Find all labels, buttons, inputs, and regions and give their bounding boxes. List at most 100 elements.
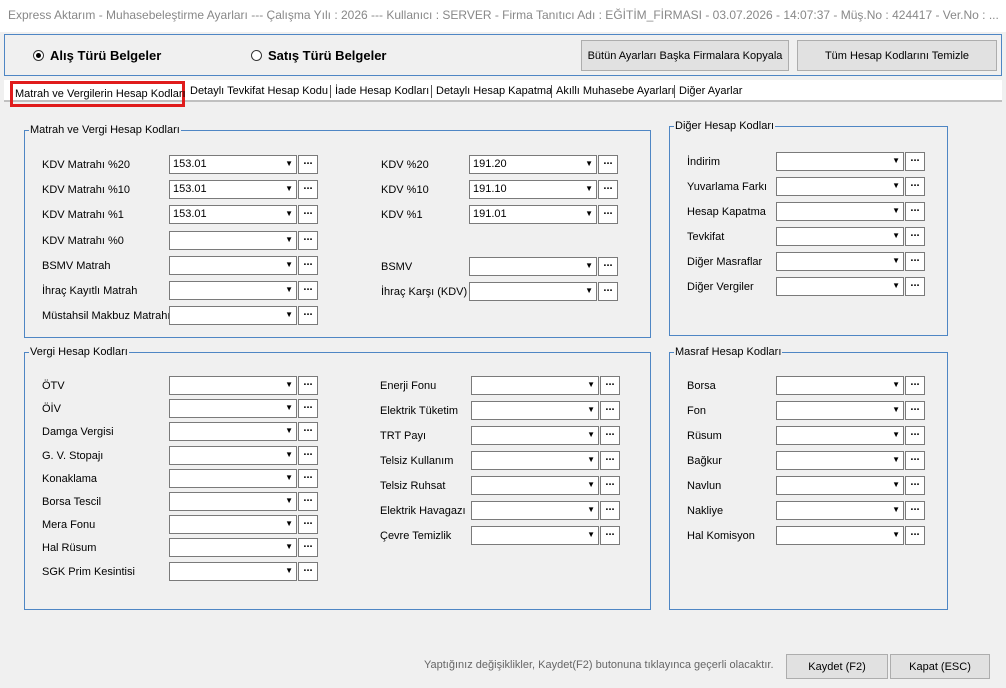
clear-codes-button[interactable]: Tüm Hesap Kodlarını Temizle bbox=[797, 40, 997, 71]
matrah-left-field-combo[interactable]: 153.01 ▼ bbox=[169, 180, 297, 200]
ellipsis-icon[interactable]: ... bbox=[600, 501, 620, 520]
matrah-left-field-combo[interactable]: ▼ bbox=[169, 306, 297, 326]
ellipsis-icon[interactable]: ... bbox=[905, 426, 925, 445]
masraf-field-combo[interactable]: ▼ bbox=[776, 501, 904, 520]
chevron-down-icon[interactable]: ▼ bbox=[585, 159, 593, 168]
ellipsis-icon[interactable]: ... bbox=[600, 376, 620, 395]
chevron-down-icon[interactable]: ▼ bbox=[285, 285, 293, 294]
chevron-down-icon[interactable]: ▼ bbox=[892, 156, 900, 165]
ellipsis-icon[interactable]: ... bbox=[298, 205, 318, 225]
chevron-down-icon[interactable]: ▼ bbox=[892, 430, 900, 439]
vergi-right-field-combo[interactable]: ▼ bbox=[471, 401, 599, 420]
ellipsis-icon[interactable]: ... bbox=[298, 422, 318, 442]
diger-field-combo[interactable]: ▼ bbox=[776, 202, 904, 221]
diger-field-combo[interactable]: ▼ bbox=[776, 177, 904, 196]
chevron-down-icon[interactable]: ▼ bbox=[285, 519, 293, 528]
chevron-down-icon[interactable]: ▼ bbox=[285, 209, 293, 218]
vergi-left-field-combo[interactable]: ▼ bbox=[169, 445, 297, 465]
chevron-down-icon[interactable]: ▼ bbox=[892, 405, 900, 414]
vergi-right-field-combo[interactable]: ▼ bbox=[471, 501, 599, 520]
tab-matrah-vergi[interactable]: Matrah ve Vergilerin Hesap Kodları bbox=[10, 81, 186, 107]
ellipsis-icon[interactable]: ... bbox=[298, 538, 318, 558]
chevron-down-icon[interactable]: ▼ bbox=[587, 405, 595, 414]
ellipsis-icon[interactable]: ... bbox=[298, 468, 318, 488]
ellipsis-icon[interactable]: ... bbox=[905, 177, 925, 196]
chevron-down-icon[interactable]: ▼ bbox=[285, 260, 293, 269]
chevron-down-icon[interactable]: ▼ bbox=[585, 209, 593, 218]
ellipsis-icon[interactable]: ... bbox=[298, 230, 318, 250]
vergi-right-field-combo[interactable]: ▼ bbox=[471, 526, 599, 545]
chevron-down-icon[interactable]: ▼ bbox=[585, 184, 593, 193]
chevron-down-icon[interactable]: ▼ bbox=[892, 380, 900, 389]
chevron-down-icon[interactable]: ▼ bbox=[892, 530, 900, 539]
ellipsis-icon[interactable]: ... bbox=[905, 501, 925, 520]
ellipsis-icon[interactable]: ... bbox=[905, 451, 925, 470]
chevron-down-icon[interactable]: ▼ bbox=[892, 455, 900, 464]
chevron-down-icon[interactable]: ▼ bbox=[285, 450, 293, 459]
diger-field-combo[interactable]: ▼ bbox=[776, 227, 904, 246]
vergi-right-field-combo[interactable]: ▼ bbox=[471, 451, 599, 470]
ellipsis-icon[interactable]: ... bbox=[298, 306, 318, 326]
ellipsis-icon[interactable]: ... bbox=[600, 426, 620, 445]
vergi-left-field-combo[interactable]: ▼ bbox=[169, 399, 297, 419]
chevron-down-icon[interactable]: ▼ bbox=[892, 281, 900, 290]
matrah-right-field-combo[interactable]: 191.01 ▼ bbox=[469, 205, 597, 224]
vergi-right-field-combo[interactable]: ▼ bbox=[471, 476, 599, 495]
vergi-right-field-combo[interactable]: ▼ bbox=[471, 376, 599, 395]
matrah-left-field-combo[interactable]: 153.01 ▼ bbox=[169, 155, 297, 174]
tab-detayli-tevkifat[interactable]: Detaylı Tevkifat Hesap Kodu bbox=[188, 80, 330, 102]
ellipsis-icon[interactable]: ... bbox=[905, 476, 925, 495]
chevron-down-icon[interactable]: ▼ bbox=[285, 473, 293, 482]
chevron-down-icon[interactable]: ▼ bbox=[285, 159, 293, 168]
diger-field-combo[interactable]: ▼ bbox=[776, 152, 904, 171]
chevron-down-icon[interactable]: ▼ bbox=[892, 505, 900, 514]
masraf-field-combo[interactable]: ▼ bbox=[776, 451, 904, 470]
ellipsis-icon[interactable]: ... bbox=[905, 227, 925, 246]
chevron-down-icon[interactable]: ▼ bbox=[892, 231, 900, 240]
masraf-field-combo[interactable]: ▼ bbox=[776, 526, 904, 545]
close-button[interactable]: Kapat (ESC) bbox=[890, 654, 990, 679]
ellipsis-icon[interactable]: ... bbox=[905, 401, 925, 420]
radio-satis[interactable]: Satış Türü Belgeler bbox=[251, 48, 386, 63]
chevron-down-icon[interactable]: ▼ bbox=[587, 430, 595, 439]
ellipsis-icon[interactable]: ... bbox=[298, 399, 318, 419]
vergi-right-field-combo[interactable]: ▼ bbox=[471, 426, 599, 445]
matrah-right-field-combo[interactable]: 191.10 ▼ bbox=[469, 180, 597, 199]
tab-detayli-hesap-kapatma[interactable]: Detaylı Hesap Kapatma bbox=[434, 80, 554, 102]
ellipsis-icon[interactable]: ... bbox=[298, 155, 318, 174]
vergi-left-field-combo[interactable]: ▼ bbox=[169, 492, 297, 511]
vergi-left-field-combo[interactable]: ▼ bbox=[169, 376, 297, 395]
tab-diger-ayarlar[interactable]: Diğer Ayarlar bbox=[677, 80, 744, 102]
chevron-down-icon[interactable]: ▼ bbox=[892, 206, 900, 215]
ellipsis-icon[interactable]: ... bbox=[905, 376, 925, 395]
ellipsis-icon[interactable]: ... bbox=[600, 401, 620, 420]
ellipsis-icon[interactable]: ... bbox=[298, 515, 318, 535]
tab-akilli-muhasebe[interactable]: Akıllı Muhasebe Ayarları bbox=[554, 80, 676, 102]
ellipsis-icon[interactable]: ... bbox=[600, 451, 620, 470]
radio-alis[interactable]: Alış Türü Belgeler bbox=[33, 48, 161, 63]
save-button[interactable]: Kaydet (F2) bbox=[786, 654, 888, 679]
ellipsis-icon[interactable]: ... bbox=[905, 202, 925, 221]
chevron-down-icon[interactable]: ▼ bbox=[892, 181, 900, 190]
matrah-left-field-combo[interactable]: ▼ bbox=[169, 230, 297, 250]
ellipsis-icon[interactable]: ... bbox=[600, 476, 620, 495]
chevron-down-icon[interactable]: ▼ bbox=[892, 256, 900, 265]
ellipsis-icon[interactable]: ... bbox=[905, 277, 925, 296]
diger-field-combo[interactable]: ▼ bbox=[776, 252, 904, 271]
chevron-down-icon[interactable]: ▼ bbox=[285, 403, 293, 412]
diger-field-combo[interactable]: ▼ bbox=[776, 277, 904, 296]
vergi-left-field-combo[interactable]: ▼ bbox=[169, 422, 297, 442]
masraf-field-combo[interactable]: ▼ bbox=[776, 426, 904, 445]
ellipsis-icon[interactable]: ... bbox=[298, 180, 318, 200]
vergi-left-field-combo[interactable]: ▼ bbox=[169, 538, 297, 558]
ellipsis-icon[interactable]: ... bbox=[598, 257, 618, 276]
ellipsis-icon[interactable]: ... bbox=[905, 526, 925, 545]
chevron-down-icon[interactable]: ▼ bbox=[285, 542, 293, 551]
ellipsis-icon[interactable]: ... bbox=[298, 281, 318, 300]
matrah-left-field-combo[interactable]: ▼ bbox=[169, 255, 297, 275]
matrah-right-field-combo[interactable]: ▼ bbox=[469, 282, 597, 301]
ellipsis-icon[interactable]: ... bbox=[600, 526, 620, 545]
matrah-right-field-combo[interactable]: ▼ bbox=[469, 257, 597, 276]
chevron-down-icon[interactable]: ▼ bbox=[285, 566, 293, 575]
chevron-down-icon[interactable]: ▼ bbox=[587, 505, 595, 514]
